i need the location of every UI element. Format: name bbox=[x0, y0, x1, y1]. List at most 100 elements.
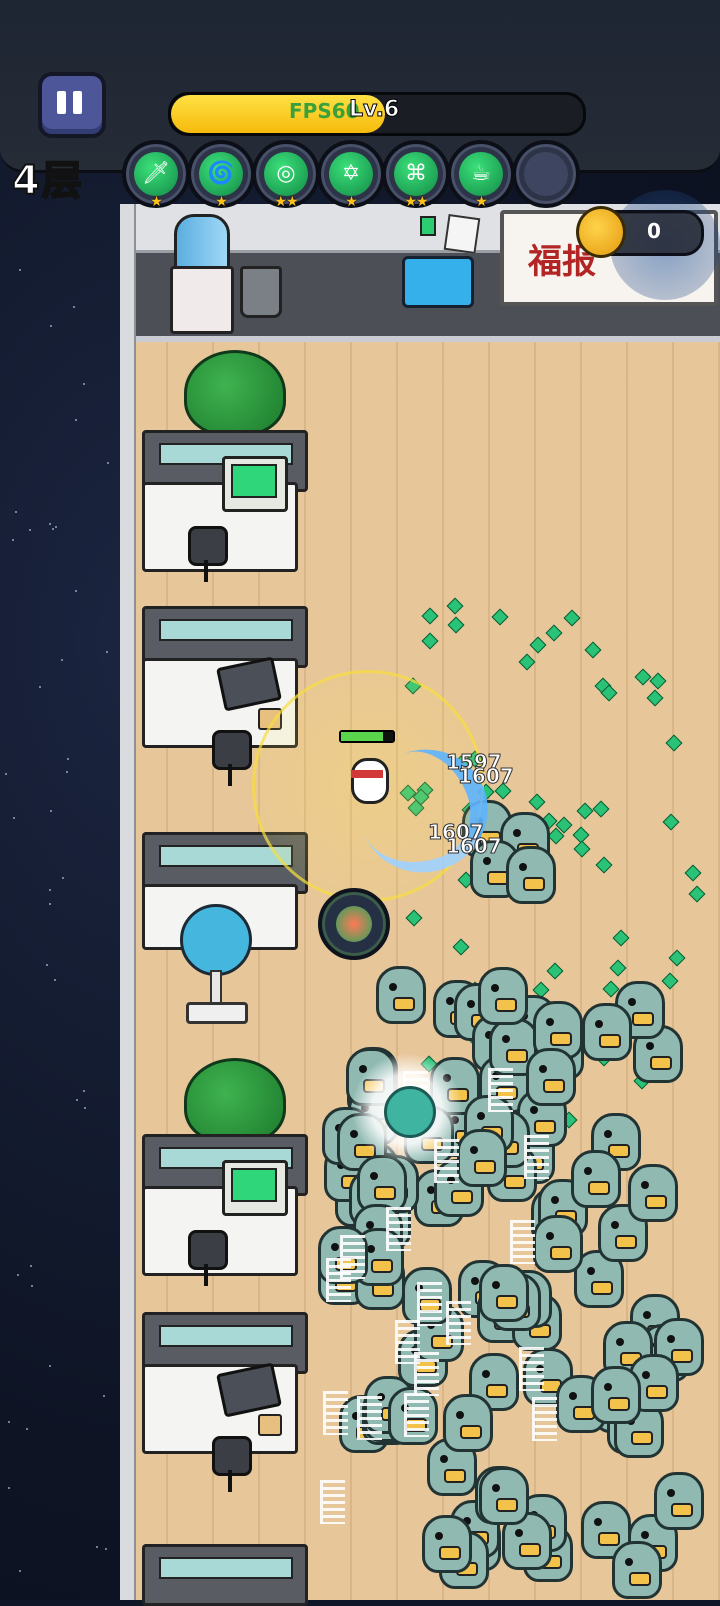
zombie-eye bbox=[604, 1130, 612, 1138]
star bbox=[83, 383, 85, 385]
skill-slot[interactable] bbox=[512, 140, 580, 208]
damage-number: 1607 bbox=[458, 764, 515, 789]
zombie-mouth bbox=[671, 1349, 693, 1363]
fish-bone-remains bbox=[395, 1320, 420, 1364]
zombie-mouth bbox=[550, 1032, 572, 1046]
fish-bone-remains bbox=[532, 1397, 557, 1441]
target-icon bbox=[336, 906, 372, 942]
office-chair bbox=[188, 1230, 228, 1290]
star bbox=[19, 1570, 21, 1572]
monitor-screen bbox=[231, 464, 277, 498]
zombie-eye bbox=[667, 1335, 675, 1343]
zombie-mouth bbox=[599, 1034, 621, 1048]
zombie-enemy bbox=[591, 1366, 641, 1424]
zombie-eye bbox=[616, 1338, 624, 1346]
fish-bone-remains bbox=[340, 1235, 365, 1279]
skill-stars: ★ bbox=[475, 194, 488, 210]
zombie-eye bbox=[530, 1106, 538, 1114]
player-health-fill bbox=[341, 732, 383, 741]
zombie-enemy bbox=[628, 1164, 678, 1222]
zombie-mouth bbox=[671, 1503, 693, 1517]
fan-base bbox=[186, 1002, 248, 1024]
zombie-eye bbox=[470, 1146, 478, 1154]
star bbox=[13, 817, 15, 819]
zombie-mouth bbox=[550, 1246, 572, 1260]
star bbox=[61, 659, 63, 661]
skill-slot[interactable]: ☕ ★ bbox=[447, 140, 515, 210]
fish-bone-remains bbox=[404, 1393, 429, 1437]
skill-stars: ★★ bbox=[404, 194, 428, 210]
skill-stars: ★★ bbox=[274, 194, 298, 210]
zombie-enemy bbox=[526, 1048, 576, 1106]
zombie-eye bbox=[569, 1392, 577, 1400]
zombie-enemy bbox=[571, 1150, 621, 1208]
zombie-mouth bbox=[543, 1079, 565, 1093]
skill-slot[interactable]: 🌀 ★ bbox=[187, 140, 255, 210]
zombie-eye bbox=[628, 998, 636, 1006]
star bbox=[106, 651, 108, 653]
zombie-mouth bbox=[588, 1181, 610, 1195]
zombie-eye bbox=[546, 1018, 554, 1026]
zombie-eye bbox=[370, 1172, 378, 1180]
zombie-eye bbox=[492, 1484, 500, 1492]
zombie-enemy bbox=[506, 846, 556, 904]
skill-stars: ★ bbox=[150, 194, 163, 210]
zombie-eye bbox=[446, 997, 454, 1005]
zombie-eye bbox=[625, 1558, 633, 1566]
ice-cooler-box bbox=[402, 256, 474, 308]
star bbox=[31, 1285, 33, 1287]
star bbox=[15, 511, 17, 513]
zombie-enemy bbox=[457, 1129, 507, 1187]
star bbox=[62, 877, 64, 879]
star bbox=[75, 590, 77, 592]
skill-slot[interactable]: ✡ ★ bbox=[317, 140, 385, 210]
zombie-mouth bbox=[496, 1498, 518, 1512]
zombie-eye bbox=[492, 1281, 500, 1289]
chair-seat bbox=[212, 1436, 252, 1476]
player-character bbox=[345, 748, 389, 804]
target-skill-pickup[interactable] bbox=[318, 888, 390, 960]
zombie-enemy bbox=[582, 1003, 632, 1061]
fish-bone-remains bbox=[320, 1480, 345, 1524]
zombie-enemy bbox=[478, 967, 528, 1025]
player-body bbox=[351, 758, 389, 804]
fish-bone-remains bbox=[488, 1068, 513, 1112]
star bbox=[66, 771, 68, 773]
zombie-eye bbox=[594, 1518, 602, 1526]
star bbox=[29, 529, 31, 531]
zombie-eye bbox=[483, 857, 491, 865]
water-cooler bbox=[170, 214, 234, 334]
zombie-eye bbox=[467, 1000, 475, 1008]
star bbox=[75, 419, 77, 421]
chair-leg bbox=[228, 764, 232, 786]
zombie-mouth bbox=[534, 1120, 556, 1134]
wall-tag bbox=[420, 216, 436, 236]
player-headband bbox=[351, 770, 383, 778]
zombie-mouth bbox=[506, 1049, 528, 1063]
fish-bone-remains bbox=[417, 1282, 442, 1326]
pause-button[interactable] bbox=[38, 72, 106, 138]
fish-bone-remains bbox=[519, 1347, 544, 1391]
skill-slot[interactable]: 🗡 ★ bbox=[122, 140, 190, 210]
zombie-mouth bbox=[650, 1056, 672, 1070]
pause-icon bbox=[57, 91, 66, 114]
star bbox=[83, 1090, 85, 1092]
zombie-mouth bbox=[496, 1295, 518, 1309]
fish-bone-remains bbox=[386, 1207, 411, 1251]
zombie-eye bbox=[440, 1455, 448, 1463]
zombie-eye bbox=[331, 1243, 339, 1251]
skill-slot[interactable]: ⌘ ★★ bbox=[382, 140, 450, 210]
partition-glass bbox=[159, 1325, 293, 1347]
experience-bar: FPS60 Lv.6 bbox=[168, 92, 586, 136]
zombie-eye bbox=[642, 1371, 650, 1379]
zombie-mouth bbox=[615, 1235, 637, 1249]
fish-bone-remains bbox=[510, 1220, 535, 1264]
star bbox=[12, 539, 14, 541]
star bbox=[39, 686, 41, 688]
skill-slot[interactable]: ◎ ★★ bbox=[252, 140, 320, 210]
chair-leg bbox=[204, 560, 208, 582]
zombie-mouth bbox=[504, 1175, 526, 1189]
zombie-mouth bbox=[631, 1431, 653, 1445]
computer-monitor bbox=[222, 1160, 288, 1216]
star bbox=[50, 325, 52, 327]
